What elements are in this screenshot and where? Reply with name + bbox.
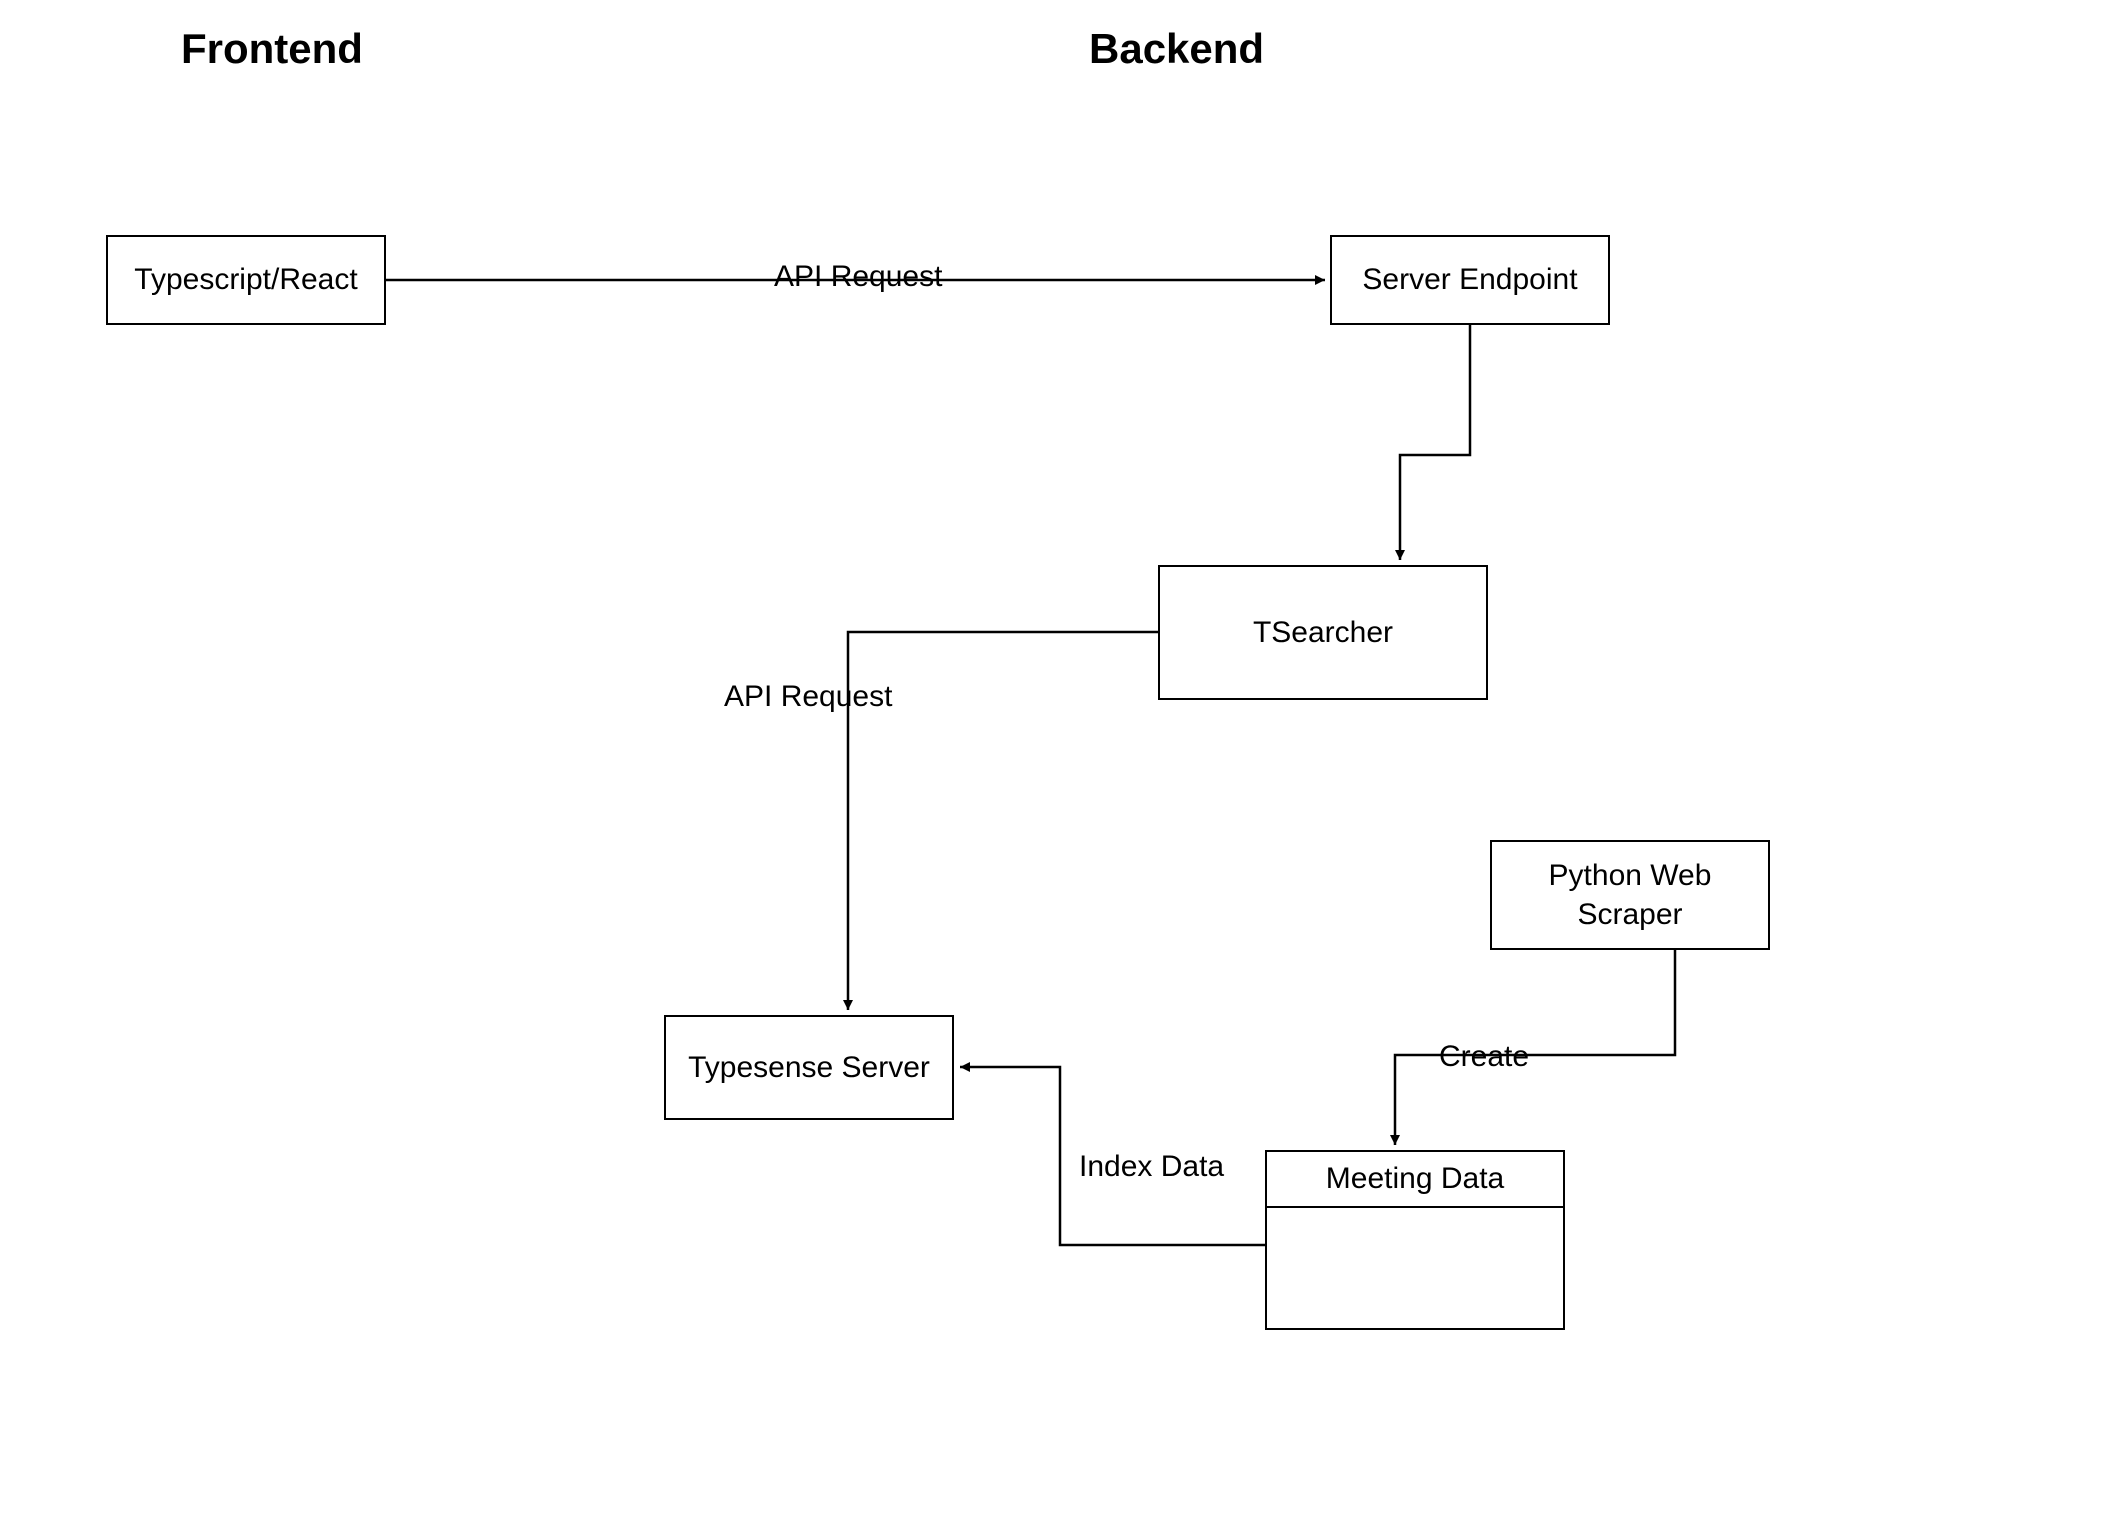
node-meeting-data-body xyxy=(1267,1208,1563,1328)
node-typesense-server: Typesense Server xyxy=(664,1015,954,1120)
node-typescript-react: Typescript/React xyxy=(106,235,386,325)
edge-label-create: Create xyxy=(1435,1040,1533,1074)
edge-label-api-request-2: API Request xyxy=(720,680,896,714)
node-meeting-data: Meeting Data xyxy=(1265,1150,1565,1330)
diagram-arrows xyxy=(0,0,2108,1520)
node-meeting-data-label: Meeting Data xyxy=(1267,1152,1563,1208)
section-title-frontend: Frontend xyxy=(181,25,363,73)
edge-label-api-request-1: API Request xyxy=(770,260,946,294)
section-title-backend: Backend xyxy=(1089,25,1264,73)
node-tsearcher: TSearcher xyxy=(1158,565,1488,700)
edge-label-index-data: Index Data xyxy=(1075,1150,1228,1184)
node-python-web-scraper: Python Web Scraper xyxy=(1490,840,1770,950)
node-server-endpoint: Server Endpoint xyxy=(1330,235,1610,325)
